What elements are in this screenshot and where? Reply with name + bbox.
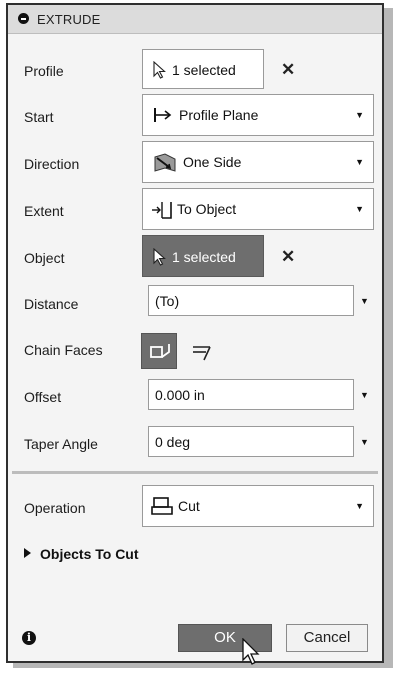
chevron-down-icon: ▼ — [355, 204, 364, 214]
start-value: Profile Plane — [179, 107, 259, 123]
cut-operation-icon — [151, 496, 173, 516]
dialog-title: EXTRUDE — [37, 12, 101, 27]
object-value: 1 selected — [172, 249, 236, 265]
select-arrow-icon — [153, 61, 167, 79]
objects-to-cut-label: Objects To Cut — [40, 546, 139, 562]
extrude-dialog: EXTRUDE Profile 1 selected ✕ Start Profi… — [6, 3, 384, 666]
mouse-pointer-icon — [241, 638, 263, 666]
cancel-button[interactable]: Cancel — [286, 624, 368, 652]
taper-angle-chevron-down-icon[interactable]: ▼ — [360, 437, 369, 447]
operation-label: Operation — [24, 500, 86, 516]
distance-value: (To) — [155, 293, 180, 309]
chain-faces-off-button[interactable] — [185, 334, 219, 368]
object-label: Object — [24, 250, 65, 266]
extent-value: To Object — [177, 201, 237, 217]
start-dropdown[interactable]: Profile Plane ▼ — [142, 94, 374, 136]
profile-label: Profile — [24, 63, 64, 79]
to-object-icon — [151, 200, 173, 220]
dialog-titlebar[interactable]: EXTRUDE — [8, 5, 382, 34]
chain-faces-on-button[interactable] — [141, 333, 177, 369]
profile-value: 1 selected — [172, 62, 236, 78]
offset-input[interactable]: 0.000 in — [148, 379, 354, 410]
extent-dropdown[interactable]: To Object ▼ — [142, 188, 374, 230]
expand-triangle-icon — [24, 548, 31, 558]
offset-chevron-down-icon[interactable]: ▼ — [360, 390, 369, 400]
taper-angle-label: Taper Angle — [24, 436, 98, 452]
chevron-down-icon: ▼ — [355, 501, 364, 511]
extent-label: Extent — [24, 203, 64, 219]
select-arrow-icon — [153, 248, 167, 266]
direction-value: One Side — [183, 154, 242, 170]
direction-dropdown[interactable]: One Side ▼ — [142, 141, 374, 183]
profile-plane-icon — [153, 107, 173, 123]
offset-value: 0.000 in — [155, 387, 205, 403]
profile-selection[interactable]: 1 selected — [142, 49, 264, 89]
start-label: Start — [24, 109, 54, 125]
distance-chevron-down-icon[interactable]: ▼ — [360, 296, 369, 306]
offset-label: Offset — [24, 389, 62, 405]
clear-profile-button[interactable]: ✕ — [281, 60, 295, 80]
object-selection[interactable]: 1 selected — [142, 235, 264, 277]
chain-faces-off-icon — [190, 340, 214, 362]
taper-angle-value: 0 deg — [155, 434, 191, 450]
operation-value: Cut — [178, 498, 200, 514]
section-divider — [12, 471, 378, 474]
chain-faces-label: Chain Faces — [24, 342, 103, 358]
taper-angle-input[interactable]: 0 deg — [148, 426, 354, 457]
distance-label: Distance — [24, 296, 79, 312]
one-side-icon — [153, 153, 177, 173]
chevron-down-icon: ▼ — [355, 110, 364, 120]
distance-input[interactable]: (To) — [148, 285, 354, 316]
operation-dropdown[interactable]: Cut ▼ — [142, 485, 374, 527]
clear-object-button[interactable]: ✕ — [281, 247, 295, 267]
direction-label: Direction — [24, 156, 80, 172]
chain-faces-on-icon — [149, 341, 171, 363]
collapse-minus-icon[interactable] — [18, 13, 29, 24]
info-icon[interactable]: i — [22, 631, 36, 645]
chevron-down-icon: ▼ — [355, 157, 364, 167]
objects-to-cut-section[interactable]: Objects To Cut — [24, 546, 139, 562]
